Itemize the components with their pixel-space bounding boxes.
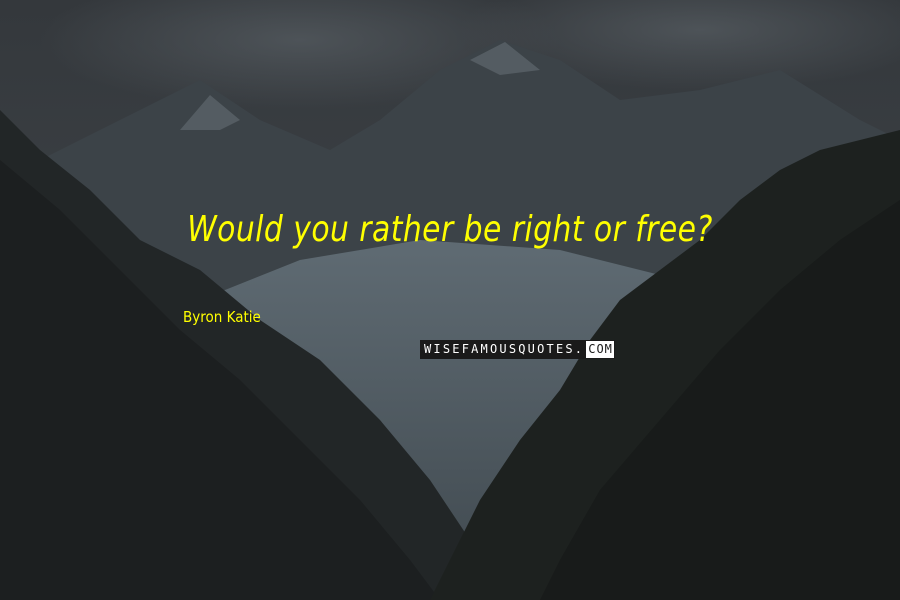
watermark-main-text: WISEFAMOUSQUOTES. bbox=[421, 341, 587, 358]
quote-author: Byron Katie bbox=[183, 308, 261, 326]
watermark-logo: WISEFAMOUSQUOTES. COM bbox=[420, 340, 615, 359]
quote-text: Would you rather be right or free? bbox=[187, 209, 713, 250]
quote-image: Would you rather be right or free? Byron… bbox=[0, 0, 900, 600]
watermark-suffix-text: COM bbox=[586, 341, 614, 358]
mountain-background bbox=[0, 0, 900, 600]
